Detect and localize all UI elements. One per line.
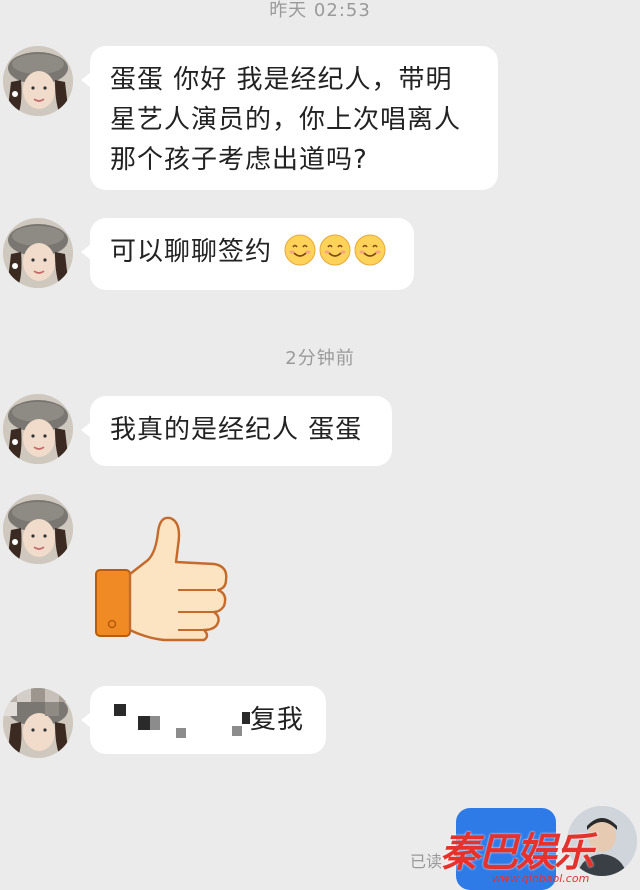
read-status: 已读 bbox=[410, 852, 443, 871]
avatar-image bbox=[567, 806, 637, 876]
redaction-pixel bbox=[138, 716, 150, 730]
message-bubble-5[interactable]: 复我 bbox=[81, 686, 326, 754]
redaction-pixel bbox=[232, 726, 242, 736]
own-avatar[interactable] bbox=[567, 806, 637, 876]
contact-avatar[interactable] bbox=[3, 218, 73, 288]
redaction-pixel bbox=[242, 712, 250, 724]
redaction-pixel bbox=[150, 716, 160, 730]
timestamp-yesterday: 昨天 02:53 bbox=[269, 0, 371, 21]
contact-avatar-pixelated[interactable] bbox=[3, 688, 73, 758]
smile-emoji-icon bbox=[319, 234, 351, 266]
message-text-5: 复我 bbox=[250, 705, 305, 735]
message-bubble-2[interactable]: 可以聊聊签约 bbox=[81, 218, 414, 290]
message-text-1: 蛋蛋 你好 我是经纪人，带明星艺人演员的，你上次唱离人那个孩子考虑出道吗? bbox=[110, 65, 462, 175]
avatar-image bbox=[3, 218, 73, 288]
message-text-2: 可以聊聊签约 bbox=[110, 237, 273, 267]
avatar-image bbox=[3, 688, 73, 758]
message-text-3: 我真的是经纪人 蛋蛋 bbox=[110, 415, 363, 445]
redaction-pixel bbox=[114, 704, 126, 716]
message-bubble-1[interactable]: 蛋蛋 你好 我是经纪人，带明星艺人演员的，你上次唱离人那个孩子考虑出道吗? bbox=[81, 46, 498, 190]
contact-avatar[interactable] bbox=[3, 46, 73, 116]
message-bubble-3[interactable]: 我真的是经纪人 蛋蛋 bbox=[81, 396, 392, 466]
chat-screen: 昨天 02:53 蛋蛋 你好 我是经纪人，带明星艺人演员的，你上次唱离人那个孩子… bbox=[0, 0, 640, 890]
redaction-pixel bbox=[176, 728, 186, 738]
timestamp-recent: 2分钟前 bbox=[285, 348, 355, 369]
smile-emoji-icon bbox=[354, 234, 386, 266]
smile-emoji-icon bbox=[284, 234, 316, 266]
own-message-bubble[interactable] bbox=[456, 808, 556, 890]
avatar-image bbox=[3, 394, 73, 464]
contact-avatar[interactable] bbox=[3, 494, 73, 564]
avatar-image bbox=[3, 494, 73, 564]
avatar-image bbox=[3, 46, 73, 116]
contact-avatar[interactable] bbox=[3, 394, 73, 464]
thumbs-up-icon[interactable] bbox=[92, 512, 232, 644]
